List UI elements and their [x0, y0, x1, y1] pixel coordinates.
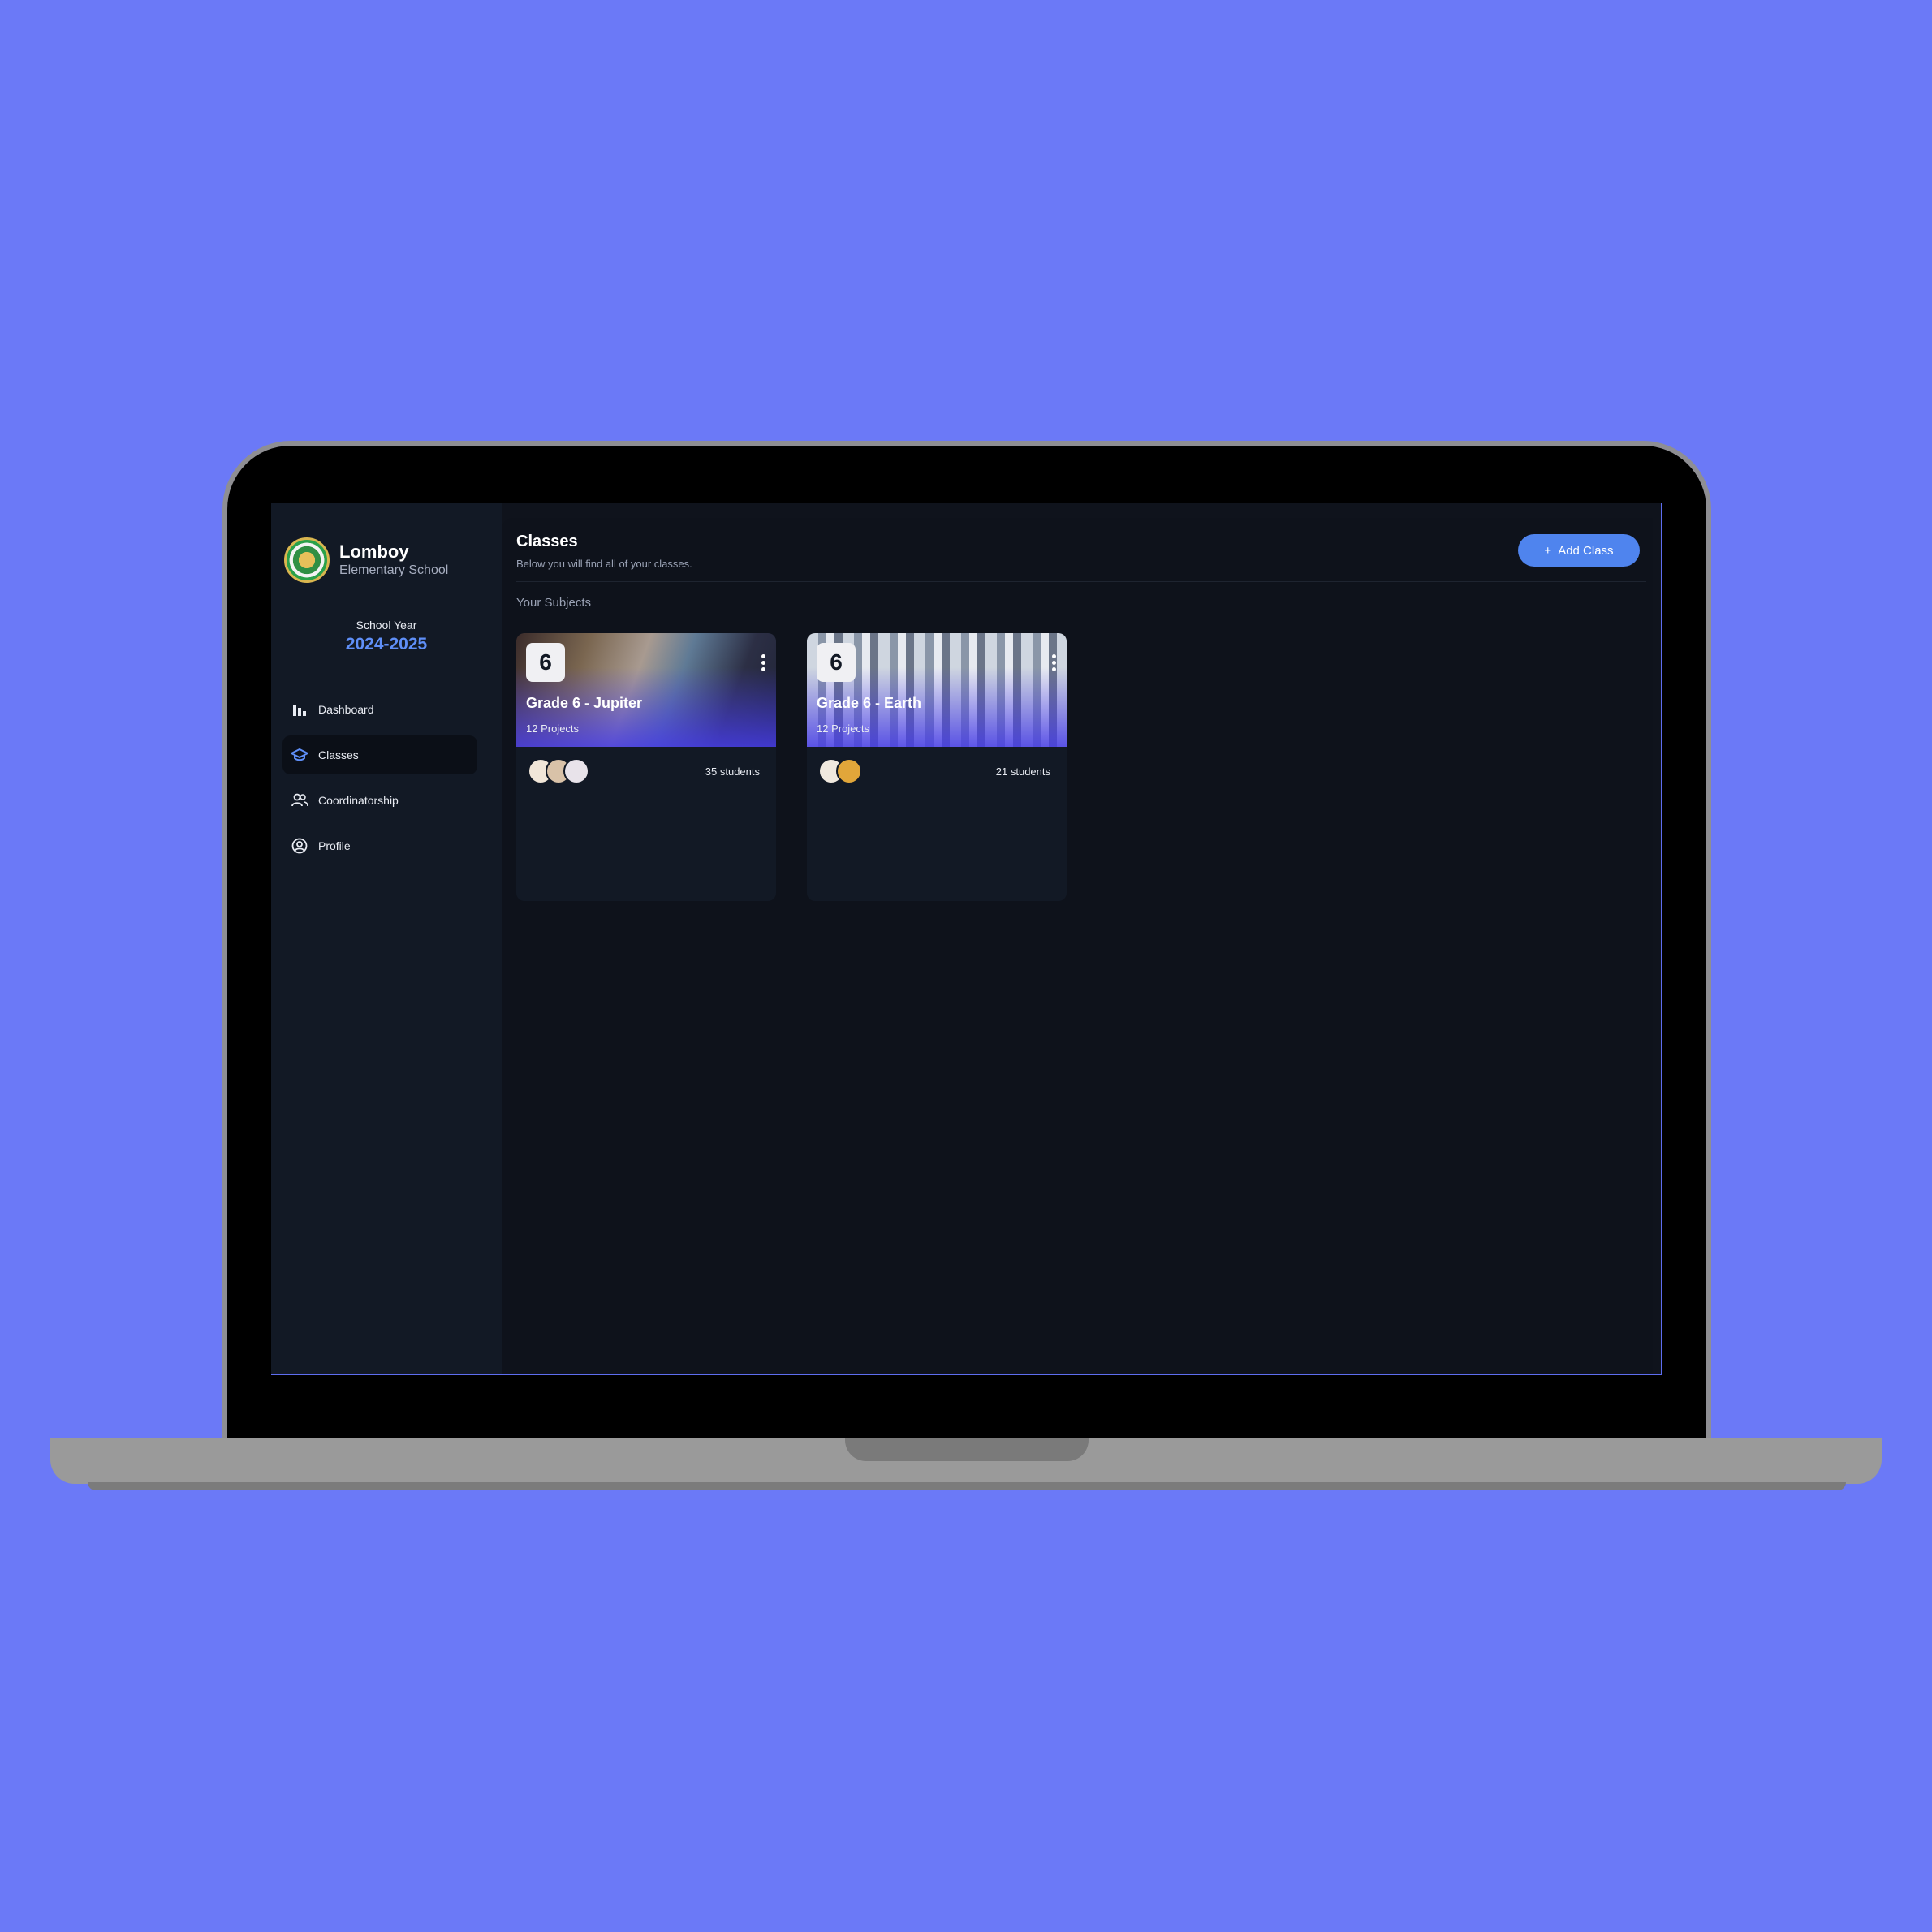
school-year-value: 2024-2025 [345, 635, 428, 653]
main-panel: Classes Below you will find all of your … [502, 518, 1653, 1374]
sidebar-item-coordinatorship[interactable]: Coordinatorship [282, 781, 477, 820]
sidebar-item-label: Classes [318, 748, 359, 761]
class-card-jupiter[interactable]: 6 Grade 6 - Jupiter 12 Projects 35 stude… [516, 633, 776, 901]
brand-text: Lomboy Elementary School [339, 541, 448, 579]
more-options-icon[interactable] [761, 654, 766, 674]
school-year: School Year 2024-2025 [271, 619, 502, 654]
add-class-label: Add Class [1558, 543, 1614, 558]
brand[interactable]: Lomboy Elementary School [284, 537, 448, 583]
class-card-footer: 21 students [818, 758, 1050, 784]
laptop-notch [845, 1438, 1089, 1461]
page-subtitle: Below you will find all of your classes. [516, 558, 692, 570]
sidebar-item-dashboard[interactable]: Dashboard [282, 690, 477, 729]
laptop-base-shadow [88, 1482, 1846, 1490]
sidebar-item-classes[interactable]: Classes [282, 735, 477, 774]
graduation-cap-icon [291, 746, 308, 764]
class-projects: 12 Projects [817, 722, 870, 735]
class-cover-image: 6 Grade 6 - Jupiter 12 Projects [516, 633, 776, 747]
student-count: 21 students [995, 765, 1050, 778]
brand-subtitle: Elementary School [339, 563, 449, 577]
student-avatars [528, 758, 589, 784]
class-name: Grade 6 - Earth [817, 695, 922, 711]
sidebar-nav: Dashboard Classes Coordinatorship Profil… [282, 690, 477, 872]
class-card-earth[interactable]: 6 Grade 6 - Earth 12 Projects 21 student… [807, 633, 1067, 901]
student-avatars [818, 758, 862, 784]
avatar [563, 758, 589, 784]
avatar [836, 758, 862, 784]
class-card-footer: 35 students [528, 758, 760, 784]
bar-chart-icon [291, 701, 308, 718]
page-title: Classes [516, 533, 578, 550]
class-cards: 6 Grade 6 - Jupiter 12 Projects 35 stude… [516, 633, 1067, 901]
sidebar-item-label: Dashboard [318, 703, 374, 716]
school-year-label: School Year [356, 619, 417, 632]
grade-badge: 6 [817, 643, 856, 682]
grade-badge: 6 [526, 643, 565, 682]
page-header: Classes Below you will find all of your … [516, 533, 692, 570]
sidebar: Lomboy Elementary School School Year 202… [271, 503, 502, 1374]
users-icon [291, 791, 308, 809]
plus-icon: + [1544, 543, 1552, 558]
class-projects: 12 Projects [526, 722, 580, 735]
add-class-button[interactable]: + Add Class [1518, 534, 1640, 567]
brand-name: Lomboy [339, 541, 409, 562]
class-name: Grade 6 - Jupiter [526, 695, 643, 711]
more-options-icon[interactable] [1052, 654, 1057, 674]
sidebar-item-label: Profile [318, 839, 351, 852]
student-count: 35 students [705, 765, 760, 778]
school-logo-icon [284, 537, 330, 583]
app-screen: Lomboy Elementary School School Year 202… [271, 503, 1662, 1375]
sidebar-item-label: Coordinatorship [318, 794, 399, 807]
header-divider [516, 581, 1646, 582]
class-cover-image: 6 Grade 6 - Earth 12 Projects [807, 633, 1067, 747]
user-circle-icon [291, 837, 308, 855]
sidebar-item-profile[interactable]: Profile [282, 826, 477, 865]
section-label: Your Subjects [516, 596, 592, 610]
